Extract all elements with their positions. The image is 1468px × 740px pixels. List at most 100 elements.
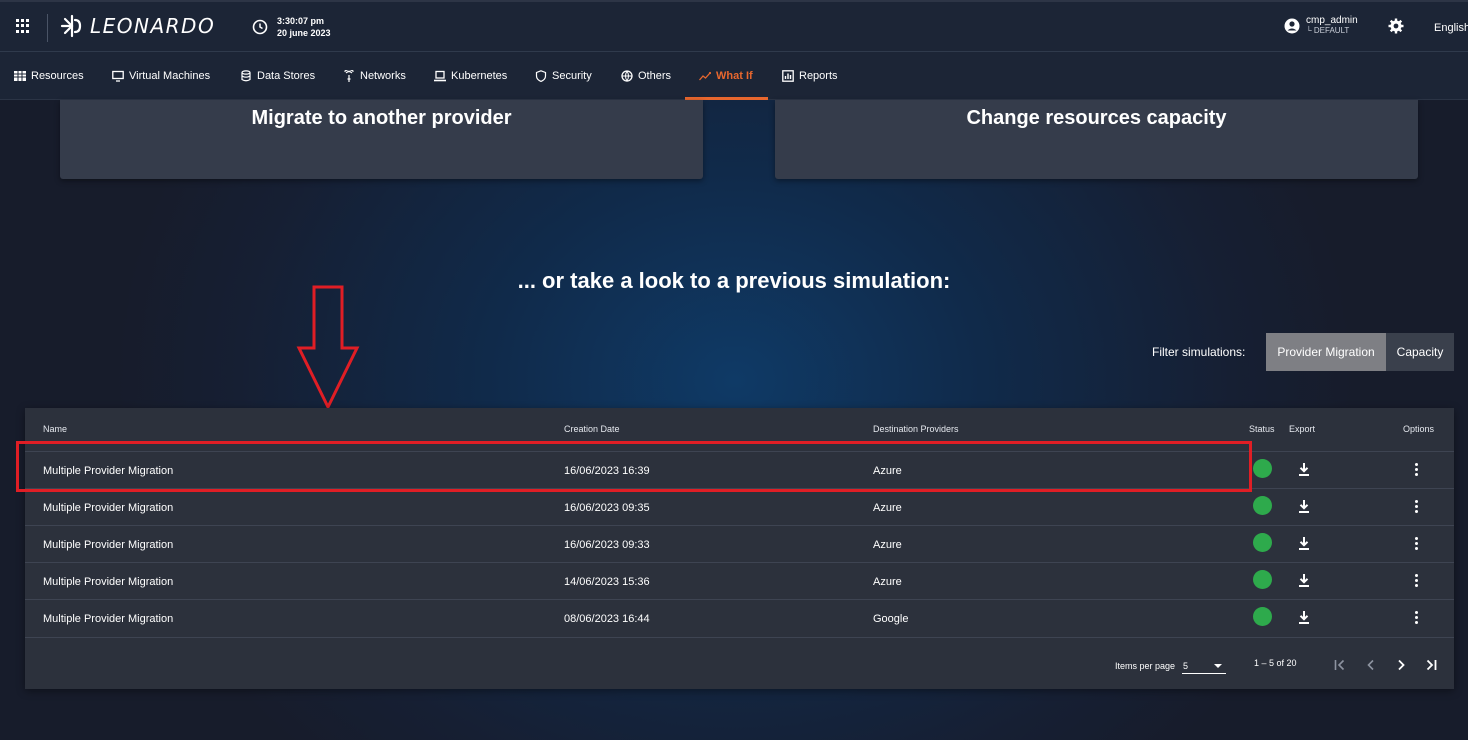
column-header-destination[interactable]: Destination Providers [873,424,959,434]
nav-item-security[interactable]: Security [535,52,592,100]
nav-item-others[interactable]: Others [621,52,671,100]
user-name: cmp_admin [1306,15,1358,26]
row-provider: Azure [873,539,902,551]
status-ok-icon [1253,459,1272,478]
more-options-icon[interactable] [1415,611,1419,626]
previous-page-icon[interactable] [1365,659,1377,671]
clock-time: 3:30:07 pm [277,16,325,26]
more-options-icon[interactable] [1415,574,1419,589]
user-menu[interactable]: cmp_admin └ DEFAULT [1284,16,1358,36]
globe-icon [621,70,633,82]
nav-item-resources[interactable]: Resources [14,52,84,100]
status-ok-icon [1253,496,1272,515]
table-paginator: Items per page 5 1 – 5 of 20 [25,637,1454,689]
table-row[interactable]: Multiple Provider Migration 14/06/2023 1… [25,562,1454,599]
migrate-provider-card[interactable]: Migrate to another provider [60,100,703,179]
laptop-icon [434,70,446,82]
more-options-icon[interactable] [1415,463,1419,478]
next-page-icon[interactable] [1395,659,1407,671]
simulations-table: Name Creation Date Destination Providers… [25,408,1454,689]
divider [47,14,48,42]
trend-icon [699,71,711,81]
nav-label: Virtual Machines [129,70,211,82]
nav-item-virtual-machines[interactable]: Virtual Machines [112,52,210,100]
row-name: Multiple Provider Migration [43,576,174,588]
page-range-label: 1 – 5 of 20 [1254,658,1297,668]
row-date: 14/06/2023 15:36 [564,576,650,588]
table-row[interactable]: Multiple Provider Migration 16/06/2023 1… [25,451,1454,488]
status-ok-icon [1253,607,1272,626]
antenna-icon [344,70,354,82]
items-per-page-value: 5 [1183,661,1189,671]
download-icon[interactable] [1298,537,1310,550]
download-icon[interactable] [1298,574,1310,587]
grid-icon [14,71,26,81]
row-name: Multiple Provider Migration [43,613,174,625]
nav-label: What If [716,70,753,82]
column-header-options: Options [1403,424,1435,434]
card-title: Migrate to another provider [251,107,512,129]
user-avatar-icon [1284,18,1300,34]
clock-icon [252,19,268,35]
nav-item-networks[interactable]: Networks [343,52,406,100]
monitor-icon [112,70,124,82]
more-options-icon[interactable] [1415,537,1419,552]
language-selector[interactable]: English [1434,22,1468,34]
row-date: 16/06/2023 09:35 [564,502,650,514]
apps-grid-icon[interactable] [16,19,30,33]
row-name: Multiple Provider Migration [43,465,174,477]
nav-label: Resources [31,70,84,82]
nav-label: Networks [360,70,406,82]
table-header: Name Creation Date Destination Providers… [25,408,1454,451]
nav-item-what-if[interactable]: What If [699,52,753,100]
table-row[interactable]: Multiple Provider Migration 08/06/2023 1… [25,599,1454,636]
database-icon [241,70,251,82]
table-row[interactable]: Multiple Provider Migration 16/06/2023 0… [25,488,1454,525]
first-page-icon[interactable] [1334,659,1346,671]
row-name: Multiple Provider Migration [43,539,174,551]
leonardo-logo-icon [60,14,82,38]
annotation-down-arrow-icon [296,285,360,411]
column-header-name[interactable]: Name [43,424,67,434]
filter-capacity-button[interactable]: Capacity [1386,333,1454,371]
items-per-page-select[interactable]: 5 [1182,656,1226,674]
more-options-icon[interactable] [1415,500,1419,515]
nav-label: Data Stores [257,70,316,82]
row-date: 16/06/2023 09:33 [564,539,650,551]
user-tenant: └ DEFAULT [1306,26,1350,35]
clock-date: 20 june 2023 [277,28,331,38]
items-per-page-label: Items per page [1115,661,1176,671]
column-header-creation-date[interactable]: Creation Date [564,424,620,434]
download-icon[interactable] [1298,611,1310,624]
nav-item-data-stores[interactable]: Data Stores [240,52,315,100]
column-header-status: Status [1249,424,1275,434]
download-icon[interactable] [1298,500,1310,513]
status-ok-icon [1253,570,1272,589]
nav-label: Security [552,70,592,82]
settings-gear-icon[interactable] [1388,18,1404,39]
status-ok-icon [1253,533,1272,552]
nav-label: Reports [799,70,838,82]
nav-label: Others [638,70,672,82]
row-provider: Azure [873,576,902,588]
filter-toggle-group: Provider Migration Capacity [1266,333,1454,371]
main-nav: Resources Virtual Machines Data Stores N… [0,52,1468,100]
brand-logo[interactable]: LEONARDO [60,14,215,38]
top-bar: LEONARDO 3:30:07 pm 20 june 2023 cmp_adm… [0,0,1468,52]
chevron-down-icon [1214,664,1222,668]
change-capacity-card[interactable]: Change resources capacity [775,100,1418,179]
filter-label: Filter simulations: [1152,345,1246,359]
column-header-export: Export [1289,424,1316,434]
nav-item-kubernetes[interactable]: Kubernetes [434,52,507,100]
report-icon [782,70,794,82]
row-provider: Azure [873,465,902,477]
row-date: 16/06/2023 16:39 [564,465,650,477]
section-heading: ... or take a look to a previous simulat… [517,268,951,293]
nav-item-reports[interactable]: Reports [782,52,838,100]
download-icon[interactable] [1298,463,1310,476]
filter-provider-migration-button[interactable]: Provider Migration [1266,333,1386,371]
row-date: 08/06/2023 16:44 [564,613,650,625]
row-name: Multiple Provider Migration [43,502,174,514]
last-page-icon[interactable] [1425,659,1437,671]
table-row[interactable]: Multiple Provider Migration 16/06/2023 0… [25,525,1454,562]
